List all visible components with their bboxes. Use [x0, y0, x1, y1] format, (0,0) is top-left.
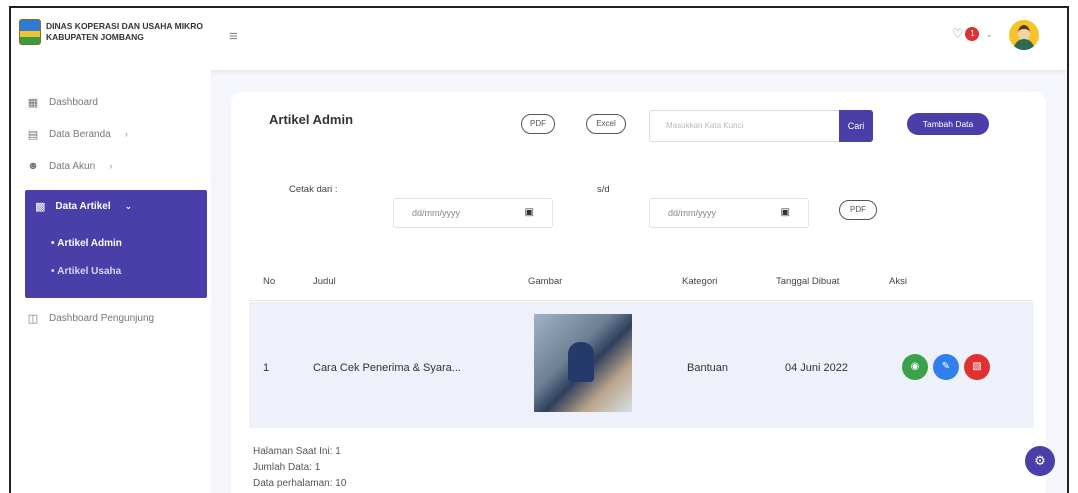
print-pdf-button[interactable]: PDF: [839, 200, 877, 220]
view-eye-icon[interactable]: ◉: [902, 354, 928, 380]
sidebar-group-data-artikel: ▩ Data Artikel ⌄ • Artikel Admin • Artik…: [25, 190, 207, 298]
search-input[interactable]: Masukkan Kata Kunci: [649, 110, 839, 142]
table-header-divider: [249, 300, 1034, 301]
sidebar-subitem-label: Artikel Usaha: [57, 266, 122, 277]
sidebar-subitem-artikel-admin[interactable]: • Artikel Admin: [51, 238, 122, 249]
calendar-icon: ◫: [27, 313, 39, 325]
article-icon: ▩: [35, 201, 46, 213]
app-window: DINAS KOPERASI DAN USAHA MIKRO KABUPATEN…: [9, 6, 1069, 493]
sidebar-subitem-label: Artikel Admin: [57, 238, 122, 249]
date-to-placeholder: dd/mm/yyyy: [668, 208, 717, 218]
total-data-text: Jumlah Data: 1: [253, 462, 321, 473]
page-title: Artikel Admin: [269, 112, 354, 127]
column-header-no: No: [263, 276, 276, 287]
export-pdf-button[interactable]: PDF: [521, 114, 555, 134]
sidebar-item-label: Dashboard: [49, 97, 98, 108]
notification-badge: 1: [965, 27, 980, 41]
sidebar-item-label: Dashboard Pengunjung: [49, 313, 155, 324]
cell-kategori: Bantuan: [687, 362, 728, 374]
search-button[interactable]: Cari: [839, 110, 873, 142]
hamburger-menu-icon[interactable]: ≡: [229, 28, 238, 45]
cell-tanggal: 04 Juni 2022: [785, 362, 848, 374]
sidebar-item-data-akun[interactable]: ☻ Data Akun ›: [25, 160, 113, 172]
sidebar-item-data-artikel[interactable]: ▩ Data Artikel ⌄: [35, 200, 132, 213]
date-from-input[interactable]: dd/mm/yyyy ▣: [393, 198, 553, 228]
chevron-right-icon: ›: [124, 129, 129, 140]
kabupaten-logo: [19, 19, 41, 45]
user-icon: ☻: [27, 160, 39, 172]
edit-pencil-icon[interactable]: ✎: [933, 354, 959, 380]
calendar-icon[interactable]: ▣: [525, 199, 534, 227]
bell-icon[interactable]: ♡: [952, 26, 964, 42]
grid-icon: ▦: [27, 97, 39, 109]
sidebar-item-dashboard-pengunjung[interactable]: ◫ Dashboard Pengunjung: [25, 312, 154, 325]
column-header-gambar: Gambar: [528, 276, 563, 287]
until-label: s/d: [597, 184, 610, 195]
article-thumbnail-image: [534, 314, 632, 412]
per-page-text: Data perhalaman: 10: [253, 478, 347, 489]
column-header-kategori: Kategori: [682, 276, 718, 287]
sidebar: ▦ Dashboard ▤ Data Beranda › ☻ Data Akun…: [11, 70, 211, 493]
cell-no: 1: [263, 362, 270, 374]
column-header-judul: Judul: [313, 276, 336, 287]
calendar-icon[interactable]: ▣: [781, 199, 790, 227]
user-avatar[interactable]: [1009, 20, 1039, 50]
date-from-placeholder: dd/mm/yyyy: [412, 208, 461, 218]
column-header-tanggal: Tanggal Dibuat: [776, 276, 840, 287]
delete-trash-icon[interactable]: ▧: [964, 354, 990, 380]
notification-area[interactable]: ♡ 1 ⌄: [952, 26, 993, 42]
add-data-button[interactable]: Tambah Data: [907, 113, 989, 135]
sidebar-subitem-artikel-usaha[interactable]: • Artikel Usaha: [51, 266, 121, 277]
document-icon: ▤: [27, 129, 39, 141]
settings-gear-icon[interactable]: ⚙: [1025, 446, 1055, 476]
print-from-label: Cetak dari :: [289, 184, 338, 195]
chevron-down-icon[interactable]: ⌄: [985, 29, 993, 40]
sidebar-item-label: Data Artikel: [55, 201, 111, 212]
artikel-card: Artikel Admin PDF Excel Masukkan Kata Ku…: [231, 92, 1046, 493]
sidebar-item-data-beranda[interactable]: ▤ Data Beranda ›: [25, 128, 128, 141]
chevron-down-icon: ⌄: [124, 201, 133, 211]
sidebar-item-label: Data Beranda: [49, 129, 111, 140]
chevron-right-icon: ›: [109, 160, 113, 172]
brand-line-2: KABUPATEN JOMBANG: [46, 32, 144, 42]
date-to-input[interactable]: dd/mm/yyyy ▣: [649, 198, 809, 228]
brand[interactable]: DINAS KOPERASI DAN USAHA MIKRO KABUPATEN…: [19, 14, 219, 50]
current-page-text: Halaman Saat Ini: 1: [253, 446, 341, 457]
export-excel-button[interactable]: Excel: [586, 114, 626, 134]
sidebar-item-dashboard[interactable]: ▦ Dashboard: [25, 96, 98, 109]
column-header-aksi: Aksi: [889, 276, 907, 287]
brand-text: DINAS KOPERASI DAN USAHA MIKRO KABUPATEN…: [46, 21, 216, 43]
top-bar: DINAS KOPERASI DAN USAHA MIKRO KABUPATEN…: [11, 8, 1067, 70]
brand-line-1: DINAS KOPERASI DAN USAHA MIKRO: [46, 21, 203, 31]
cell-judul: Cara Cek Penerima & Syara...: [313, 362, 461, 374]
sidebar-item-label: Data Akun: [49, 160, 96, 172]
